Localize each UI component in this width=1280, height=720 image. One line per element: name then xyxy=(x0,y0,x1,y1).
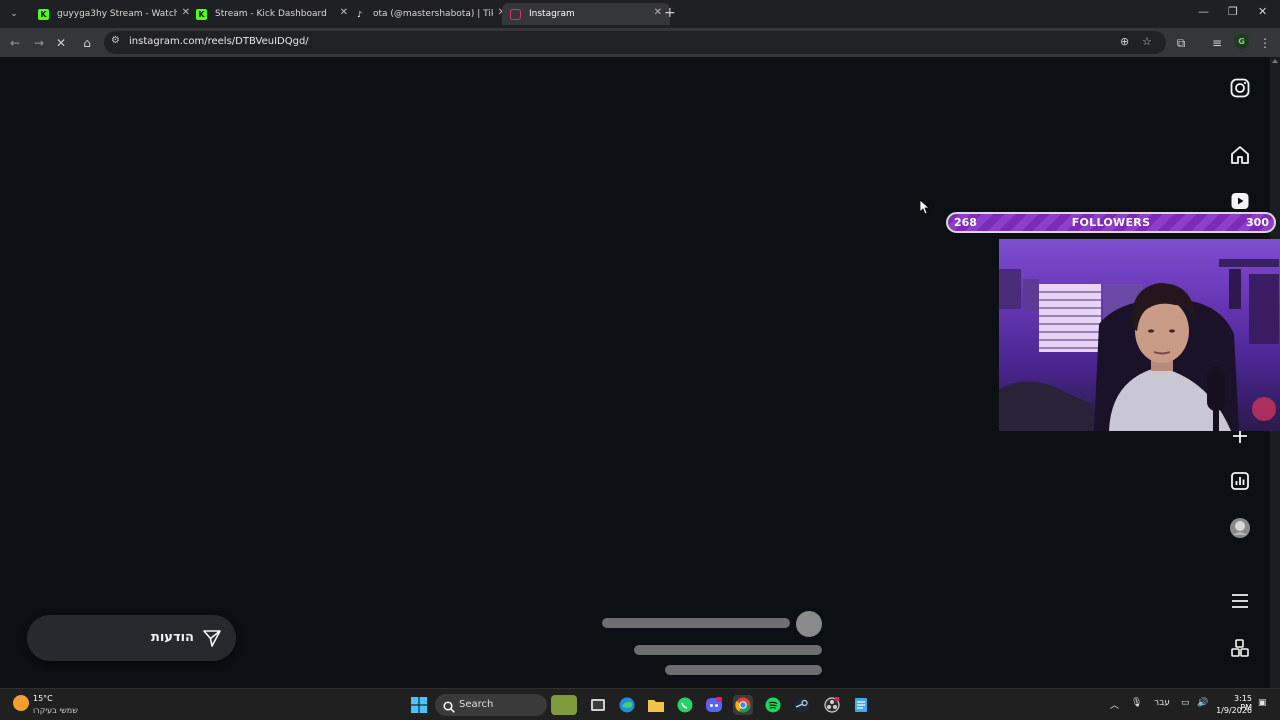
loading-skeleton-line xyxy=(634,645,822,655)
notifications-icon[interactable]: ▣ xyxy=(1258,698,1267,708)
messages-label: הודעות xyxy=(150,630,194,645)
tab-title: ota (@mastershabota) | TikTok xyxy=(373,9,493,19)
dashboard-icon[interactable] xyxy=(1226,467,1254,495)
webcam-feed xyxy=(999,239,1280,431)
back-button[interactable]: ← xyxy=(6,34,24,52)
volume-icon[interactable]: 🔊 xyxy=(1197,698,1208,708)
followers-goal: 300 xyxy=(1246,216,1269,229)
site-info-icon[interactable]: ⚙ xyxy=(111,35,120,46)
tray-overflow-icon[interactable]: ︿ xyxy=(1110,698,1119,711)
bookmark-star-icon[interactable]: ☆ xyxy=(1142,35,1152,48)
tab-tiktok[interactable]: ♪ ota (@mastershabota) | TikTok ✕ xyxy=(346,3,514,25)
file-explorer-icon[interactable] xyxy=(646,695,666,715)
network-icon[interactable]: ▭ xyxy=(1181,698,1190,708)
weather-sun-icon[interactable] xyxy=(13,695,29,711)
extensions-icon[interactable]: ⧉ xyxy=(1172,34,1190,52)
clock-date[interactable]: 1/9/2026 xyxy=(1216,706,1252,715)
instagram-icon xyxy=(510,8,521,20)
tab-title: Stream - Kick Dashboard xyxy=(215,9,327,19)
loading-skeleton-avatar xyxy=(796,611,822,637)
stop-loading-button[interactable]: ✕ xyxy=(52,34,70,52)
weather-temperature[interactable]: 15°C xyxy=(33,694,53,703)
close-window-button[interactable]: ✕ xyxy=(1258,5,1267,18)
apps-icon[interactable] xyxy=(1226,634,1254,662)
profile-avatar[interactable]: G xyxy=(1234,34,1249,49)
tab-close-icon[interactable]: ✕ xyxy=(654,7,662,18)
tab-instagram[interactable]: Instagram ✕ xyxy=(502,3,670,25)
chrome-icon[interactable] xyxy=(733,695,753,715)
notepad-icon[interactable] xyxy=(851,695,871,715)
microphone-icon[interactable]: 🎙 xyxy=(1131,698,1142,708)
browser-tabstrip: ⌄ K guyyga3hy Stream - Watch Live ✕ K St… xyxy=(0,0,1280,28)
weather-description[interactable]: שמשי בעיקרו xyxy=(33,706,78,715)
url-text[interactable]: instagram.com/reels/DTBVeuIDQgd/ xyxy=(129,36,309,47)
address-bar[interactable]: ⚙ instagram.com/reels/DTBVeuIDQgd/ ⊕ ☆ xyxy=(104,31,1166,54)
tab-kick-dashboard[interactable]: K Stream - Kick Dashboard ✕ xyxy=(188,3,356,25)
obs-icon[interactable] xyxy=(822,695,842,715)
new-tab-button[interactable]: + xyxy=(664,5,676,21)
kick-icon: K xyxy=(196,8,207,20)
start-windows-icon[interactable] xyxy=(409,695,429,715)
profile-avatar[interactable] xyxy=(1226,514,1254,542)
loading-skeleton-line xyxy=(602,618,790,628)
followers-goal-bar: 268 FOLLOWERS 300 xyxy=(946,212,1276,233)
minimize-button[interactable]: — xyxy=(1198,5,1209,18)
edge-icon[interactable] xyxy=(617,695,637,715)
scroll-up-arrow[interactable] xyxy=(1272,59,1278,63)
tab-title: guyyga3hy Stream - Watch Live xyxy=(57,9,177,19)
mouse-cursor-icon xyxy=(919,199,931,219)
widgets-game-icon[interactable] xyxy=(551,695,577,715)
menu-icon[interactable] xyxy=(1226,587,1254,615)
zoom-icon[interactable]: ⊕ xyxy=(1120,35,1129,48)
send-icon xyxy=(202,628,222,652)
task-view-icon[interactable] xyxy=(588,695,608,715)
windows-taskbar: 15°C שמשי בעיקרו Search ︿ 🎙 עבר ▭ 🔊 3:15… xyxy=(0,688,1280,720)
media-controls-icon[interactable]: ≡ xyxy=(1208,34,1226,52)
whatsapp-icon[interactable] xyxy=(675,695,695,715)
kick-icon: K xyxy=(38,8,49,20)
followers-label: FOLLOWERS xyxy=(1071,216,1151,229)
home-button[interactable]: ⌂ xyxy=(78,34,96,52)
language-indicator[interactable]: עבר xyxy=(1154,698,1170,708)
messages-button[interactable]: הודעות xyxy=(27,615,236,661)
tiktok-icon: ♪ xyxy=(356,9,363,19)
search-label: Search xyxy=(459,699,494,710)
steam-icon[interactable] xyxy=(792,695,812,715)
instagram-logo-icon[interactable] xyxy=(1226,74,1254,102)
reels-icon[interactable] xyxy=(1226,187,1254,215)
spotify-icon[interactable] xyxy=(763,695,783,715)
search-icon xyxy=(443,698,455,717)
chrome-menu-icon[interactable]: ⋮ xyxy=(1256,34,1274,52)
maximize-button[interactable]: ❐ xyxy=(1228,5,1238,18)
browser-toolbar: ← → ✕ ⌂ ⚙ instagram.com/reels/DTBVeuIDQg… xyxy=(0,28,1280,57)
taskbar-search[interactable]: Search xyxy=(435,694,547,716)
tab-kick-stream[interactable]: K guyyga3hy Stream - Watch Live ✕ xyxy=(30,3,198,25)
tab-search-icon[interactable]: ⌄ xyxy=(5,5,23,23)
loading-skeleton-line xyxy=(665,665,822,675)
discord-icon[interactable] xyxy=(704,695,724,715)
home-icon[interactable] xyxy=(1226,141,1254,169)
forward-button[interactable]: → xyxy=(30,34,48,52)
tab-title: Instagram xyxy=(529,9,575,19)
